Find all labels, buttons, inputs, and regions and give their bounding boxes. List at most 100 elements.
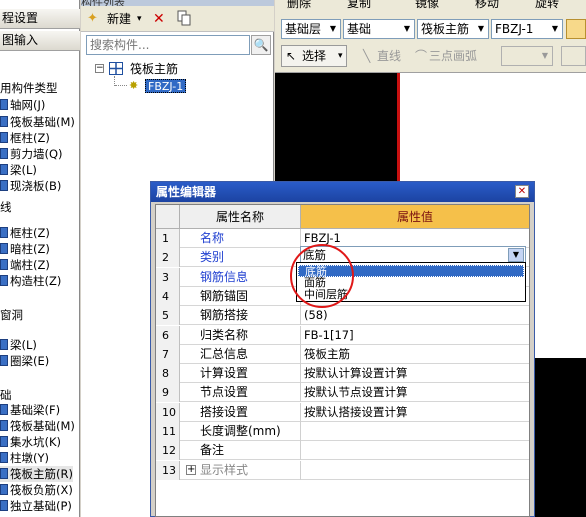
nav-tree-group[interactable]: 础 bbox=[0, 387, 12, 403]
nav-tree-item-label: 独立基础(P) bbox=[10, 499, 72, 513]
nav-tree-item[interactable]: 框柱(Z) bbox=[0, 130, 50, 146]
dropdown-arrow-icon[interactable]: ▾ bbox=[137, 10, 142, 28]
move-button[interactable]: 移动 bbox=[475, 0, 499, 12]
rebar-grid-icon bbox=[109, 62, 123, 75]
property-row[interactable]: 12 备注 bbox=[156, 441, 529, 461]
property-row[interactable]: 11 长度调整(mm) bbox=[156, 422, 529, 441]
property-row[interactable]: 10 搭接设置 按默认搭接设置计算 bbox=[156, 402, 529, 422]
nav-tree-group[interactable]: 线 bbox=[0, 199, 12, 215]
category-select[interactable]: 基础 ▼ bbox=[343, 19, 415, 39]
property-value[interactable]: 按默认计算设置计算 bbox=[301, 364, 529, 383]
nav-tree-item[interactable]: 剪力墙(Q) bbox=[0, 146, 63, 162]
nav-tree-group[interactable]: 用构件类型 bbox=[0, 80, 58, 96]
nav-tree-item[interactable]: 筏板基础(M) bbox=[0, 418, 75, 434]
nav-section-project-settings[interactable]: 程设置 bbox=[0, 9, 80, 29]
component-type-icon bbox=[0, 275, 8, 286]
row-number: 5 bbox=[156, 306, 180, 326]
component-type-icon bbox=[0, 116, 8, 127]
nav-tree-item-label: 框柱(Z) bbox=[10, 131, 50, 145]
property-row[interactable]: 5 钢筋搭接 (58) bbox=[156, 306, 529, 326]
mirror-button[interactable]: 镜像 bbox=[415, 0, 439, 12]
new-button[interactable]: 新建 bbox=[107, 10, 131, 28]
property-value[interactable] bbox=[301, 461, 529, 480]
property-row[interactable]: 13 显示样式 + bbox=[156, 460, 529, 480]
property-row[interactable]: 8 计算设置 按默认计算设置计算 bbox=[156, 364, 529, 384]
row-number: 3 bbox=[156, 267, 180, 287]
component-type-icon bbox=[0, 148, 8, 159]
nav-tree-item[interactable]: 框柱(Z) bbox=[0, 225, 50, 241]
chevron-down-icon: ▼ bbox=[329, 24, 337, 33]
column-header-name: 属性名称 bbox=[180, 205, 301, 229]
nav-tree-item[interactable]: 柱墩(Y) bbox=[0, 450, 49, 466]
property-editor-dialog: 属性编辑器 ✕ 属性名称 属性值 1名称FBZJ-12类别底筋3钢筋信息4钢筋锚… bbox=[150, 181, 535, 517]
properties-icon[interactable] bbox=[566, 19, 586, 39]
search-icon[interactable]: 🔍 bbox=[251, 35, 271, 55]
property-value[interactable]: 按默认节点设置计算 bbox=[301, 383, 529, 402]
nav-tree-item[interactable]: 圈梁(E) bbox=[0, 353, 49, 369]
property-value[interactable]: (58) bbox=[301, 306, 529, 325]
nav-tree-item[interactable]: 集水坑(K) bbox=[0, 434, 61, 450]
nav-tree-item-label: 框柱(Z) bbox=[10, 226, 50, 240]
nav-tree-item[interactable]: 构造柱(Z) bbox=[0, 273, 61, 289]
component-type-icon bbox=[0, 99, 8, 110]
nav-tree-group[interactable]: 窗洞 bbox=[0, 307, 23, 323]
nav-tree-item-label: 窗洞 bbox=[0, 308, 23, 322]
property-value[interactable] bbox=[301, 441, 529, 460]
row-number: 12 bbox=[156, 441, 180, 461]
property-row[interactable]: 9 节点设置 按默认节点设置计算 bbox=[156, 383, 529, 403]
column-header-value: 属性值 bbox=[301, 205, 529, 229]
property-name: 计算设置 bbox=[180, 364, 301, 384]
nav-tree-item[interactable]: 梁(L) bbox=[0, 162, 37, 178]
new-icon: ✦ bbox=[87, 11, 98, 26]
arc-options-select[interactable]: ▼ bbox=[501, 46, 553, 66]
chevron-down-icon: ▼ bbox=[551, 24, 559, 33]
nav-tree-item-label: 筏板基础(M) bbox=[10, 115, 75, 129]
nav-tree-item[interactable]: 梁(L) bbox=[0, 337, 37, 353]
component-type-icon bbox=[0, 355, 8, 366]
component-type-icon bbox=[0, 339, 8, 350]
nav-section-drawing-input[interactable]: 图输入 bbox=[0, 31, 80, 51]
tree-item-fbzj-1[interactable]: FBZJ-1 bbox=[145, 79, 187, 93]
nav-tree-item[interactable]: 筏板基础(M) bbox=[0, 114, 75, 130]
property-value[interactable]: 筏板主筋 bbox=[301, 345, 529, 364]
chevron-down-icon[interactable]: ▼ bbox=[508, 248, 524, 262]
chevron-down-icon: ▼ bbox=[541, 51, 549, 60]
select-button[interactable]: ↖ 选择 ▾ bbox=[281, 45, 347, 67]
nav-tree-item[interactable]: 基础梁(F) bbox=[0, 402, 60, 418]
component-search-input[interactable]: 搜索构件... bbox=[86, 35, 250, 55]
property-value[interactable] bbox=[301, 422, 529, 441]
nav-tree-item[interactable]: 端柱(Z) bbox=[0, 257, 50, 273]
nav-tree-item[interactable]: 筏板负筋(X) bbox=[0, 482, 73, 498]
component-select[interactable]: FBZJ-1 ▼ bbox=[491, 19, 563, 39]
nav-tree-item[interactable]: 现浇板(B) bbox=[0, 178, 61, 194]
property-row[interactable]: 7 汇总信息 筏板主筋 bbox=[156, 344, 529, 364]
arc-tool-button[interactable]: 三点画弧 bbox=[429, 47, 477, 65]
property-value[interactable]: FB-1[17] bbox=[301, 326, 529, 345]
copy-icon[interactable] bbox=[177, 10, 191, 28]
collapse-toggle-icon[interactable]: − bbox=[95, 64, 104, 73]
type-select[interactable]: 筏板主筋 ▼ bbox=[417, 19, 489, 39]
dialog-title-bar[interactable]: 属性编辑器 bbox=[151, 182, 534, 202]
property-name: 钢筋信息 bbox=[180, 267, 301, 287]
nav-tree-item[interactable]: 暗柱(Z) bbox=[0, 241, 50, 257]
close-icon[interactable]: ✕ bbox=[515, 185, 529, 198]
rotate-button[interactable]: 旋转 bbox=[535, 0, 559, 12]
floor-select[interactable]: 基础层 ▼ bbox=[281, 19, 341, 39]
nav-tree-item-label: 圈梁(E) bbox=[10, 354, 50, 368]
delete-x-icon[interactable]: ✕ bbox=[153, 10, 165, 28]
nav-tree-item[interactable]: 独立基础(P) bbox=[0, 498, 72, 514]
line-tool-button[interactable]: 直线 bbox=[377, 47, 401, 65]
property-value[interactable]: 按默认搭接设置计算 bbox=[301, 403, 529, 422]
copy-button[interactable]: 复制 bbox=[347, 0, 371, 12]
property-row[interactable]: 6 归类名称 FB-1[17] bbox=[156, 325, 529, 345]
delete-button[interactable]: 删除 bbox=[287, 0, 311, 12]
nav-tree-item[interactable]: 轴网(J) bbox=[0, 97, 45, 113]
edit-toolbar-row: 删除 复制 镜像 移动 旋转 bbox=[275, 0, 586, 14]
expand-plus-icon[interactable]: + bbox=[186, 464, 196, 475]
property-name: 汇总信息 bbox=[180, 344, 301, 364]
more-tools-button[interactable] bbox=[561, 46, 586, 66]
tree-root-label[interactable]: 筏板主筋 bbox=[130, 61, 178, 77]
nav-tree-item[interactable]: 筏板主筋(R) bbox=[0, 466, 73, 482]
dialog-title: 属性编辑器 bbox=[156, 185, 217, 199]
chevron-down-icon: ▼ bbox=[403, 24, 411, 33]
